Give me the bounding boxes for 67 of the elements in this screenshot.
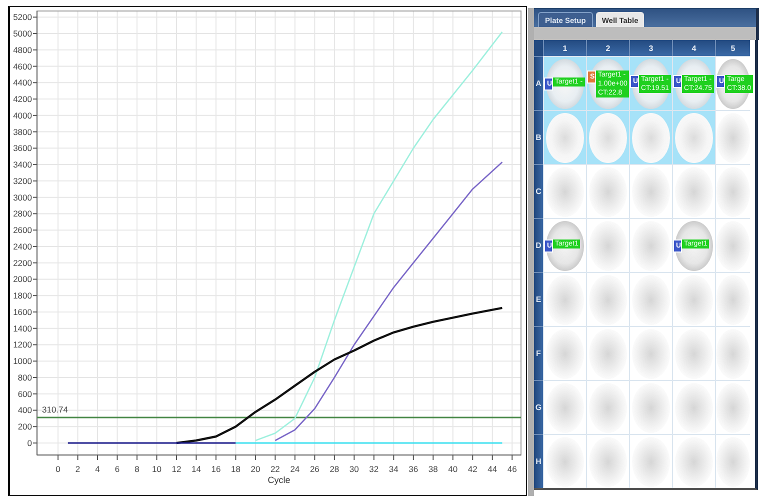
axis-tick-label: 1600: [13, 306, 32, 317]
axis-tick-label: 3200: [13, 176, 32, 186]
threshold-label: 310.74: [42, 404, 68, 415]
axis-tick-label: 2: [75, 464, 80, 474]
axis-tick-label: 36: [408, 464, 418, 474]
column-header: 2: [586, 40, 629, 56]
axis-tick-label: 1200: [13, 340, 32, 350]
row-header: G: [534, 380, 543, 434]
axis-tick-label: 18: [230, 464, 240, 474]
row-header: F: [534, 326, 543, 380]
axis-tick-label: 2600: [13, 225, 32, 236]
row-header: H: [534, 434, 543, 488]
axis-tick-label: 200: [18, 422, 32, 432]
column-header: 5: [715, 40, 750, 56]
axis-tick-label: 2000: [13, 274, 32, 284]
column-header: 3: [629, 40, 672, 56]
axis-tick-label: 600: [18, 388, 32, 399]
axis-title: Cycle: [268, 475, 290, 485]
axis-tick-label: 0: [56, 464, 60, 474]
axis-tick-label: 3000: [13, 192, 32, 202]
axis-tick-label: 400: [18, 405, 32, 416]
axis-tick-label: 16: [211, 464, 221, 474]
axis-tick-label: 3800: [13, 126, 32, 137]
axis-tick-label: 4800: [13, 44, 32, 55]
axis-tick-label: 12: [172, 464, 182, 474]
column-header: 4: [672, 40, 715, 56]
axis-tick-label: 4200: [13, 94, 32, 104]
axis-tick-label: 30: [349, 464, 359, 474]
row-header: C: [534, 164, 543, 218]
axis-tick-label: 5200: [13, 12, 32, 22]
axis-tick-label: 20: [250, 464, 260, 474]
axis-tick-label: 34: [388, 464, 398, 474]
row-header: E: [534, 272, 543, 326]
axis-tick-label: 10: [152, 464, 162, 474]
axis-tick-label: 8: [134, 464, 140, 474]
axis-tick-label: 40: [448, 464, 458, 474]
axis-tick-label: 1400: [13, 323, 32, 334]
row-header: D: [534, 218, 543, 272]
row-header: A: [534, 56, 543, 110]
axis-tick-label: 14: [192, 464, 201, 474]
axis-tick-label: 2800: [13, 208, 32, 219]
axis-tick-label: 800: [18, 372, 32, 382]
corner-header: [534, 40, 543, 56]
column-header: 1: [543, 40, 586, 56]
axis-tick-label: 6: [114, 464, 120, 474]
axis-tick-label: 24: [290, 464, 300, 474]
axis-tick-label: 2400: [13, 241, 32, 252]
axis-tick-label: 38: [428, 464, 438, 474]
axis-tick-label: 4400: [13, 78, 32, 88]
axis-tick-label: 1000: [13, 356, 32, 366]
axis-tick-label: 0: [27, 438, 32, 448]
axis-tick-label: 3400: [13, 160, 32, 170]
axis-tick-label: 44: [488, 464, 498, 474]
axis-tick-label: 4: [95, 464, 100, 474]
axis-tick-label: 28: [330, 464, 340, 474]
axis-tick-label: 4000: [13, 110, 32, 120]
axis-tick-label: 32: [369, 464, 379, 474]
axis-tick-label: 4600: [13, 61, 32, 72]
axis-tick-label: 22: [270, 464, 280, 474]
axis-tick-label: 26: [310, 464, 320, 474]
row-header: B: [534, 110, 543, 164]
axis-tick-label: 1800: [13, 290, 32, 301]
axis-tick-label: 5000: [13, 28, 32, 39]
axis-tick-label: 46: [507, 464, 517, 474]
axis-tick-label: 3600: [13, 143, 32, 154]
axis-tick-label: 42: [468, 464, 478, 474]
axis-tick-label: 2200: [13, 258, 32, 268]
